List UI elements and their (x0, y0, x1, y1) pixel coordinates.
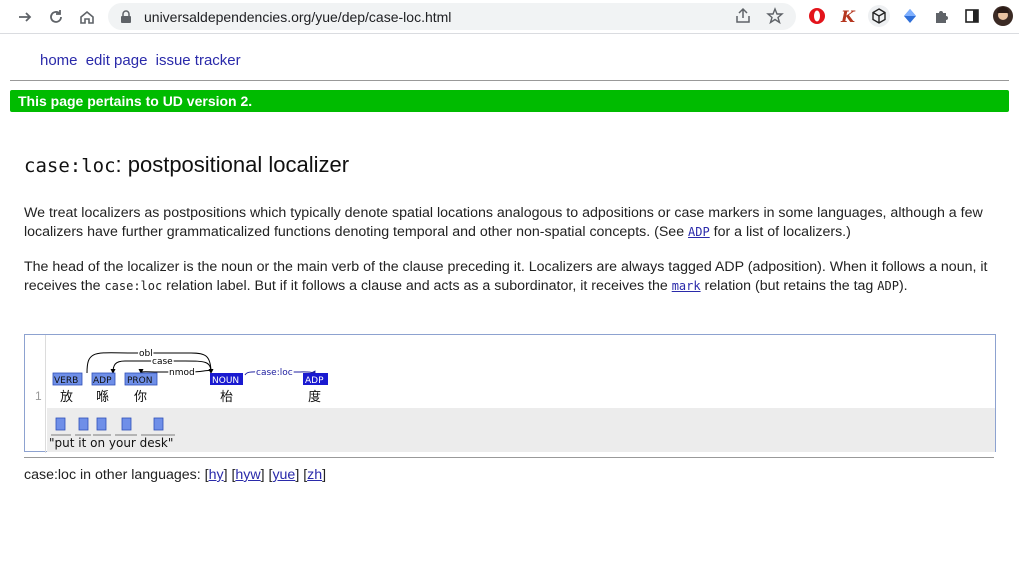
paragraph-text: for a list of localizers.) (709, 224, 851, 240)
paragraph-head: The head of the localizer is the noun or… (24, 258, 999, 296)
token-word: 放 (60, 390, 73, 405)
arc-label: nmod (169, 368, 195, 378)
pos-tag: NOUN (212, 376, 239, 386)
arc-label: case:loc (256, 368, 293, 378)
divider (10, 80, 1009, 81)
mark-link-code: mark (671, 279, 701, 293)
version-banner: This page pertains to UD version 2. (10, 90, 1009, 112)
arc-label: obl (139, 349, 153, 359)
page-title-text: : postpositional localizer (115, 152, 350, 177)
paragraph-text: ). (898, 278, 908, 294)
token-word: 喺 (96, 389, 109, 405)
pos-tag: ADP (93, 376, 112, 386)
k-extension-icon[interactable]: K (837, 5, 859, 27)
page-title: case:loc: postpositional localizer (24, 152, 349, 178)
share-icon[interactable] (734, 7, 752, 30)
bookmark-star-icon[interactable] (766, 7, 784, 30)
token-word: 枱 (220, 390, 233, 405)
token-word: 度 (308, 389, 321, 405)
home-icon[interactable] (76, 6, 98, 28)
diamond-extension-icon[interactable] (899, 5, 921, 27)
page-title-code: case:loc (24, 155, 116, 177)
other-languages: case:loc in other languages: [hy] [hyw] … (24, 467, 327, 483)
inline-code: case:loc (104, 279, 163, 293)
adp-link-code: ADP (688, 225, 710, 239)
profile-avatar[interactable] (992, 5, 1014, 27)
url-text: universaldependencies.org/yue/dep/case-l… (144, 8, 452, 25)
adp-link[interactable]: ADP (688, 224, 710, 240)
browser-toolbar: universaldependencies.org/yue/dep/case-l… (0, 0, 1019, 34)
lang-link-yue[interactable]: yue (272, 467, 295, 483)
lang-link-hy[interactable]: hy (209, 467, 224, 483)
home-link[interactable]: home (40, 52, 78, 69)
inline-code: ADP (877, 279, 899, 293)
lang-link-zh[interactable]: zh (307, 467, 322, 483)
pos-tag: VERB (54, 376, 78, 386)
edit-page-link[interactable]: edit page (86, 52, 148, 69)
dependency-tree: obl case nmod case:loc VERB ADP PRON NOU… (49, 348, 328, 450)
pos-tag: ADP (305, 376, 324, 386)
pos-tag: PRON (127, 376, 153, 386)
lang-link-hyw[interactable]: hyw (235, 467, 260, 483)
lock-icon (120, 9, 134, 24)
divider (24, 457, 994, 458)
mark-link[interactable]: mark (672, 278, 701, 294)
opera-extension-icon[interactable] (806, 5, 828, 27)
arc-label: case (152, 357, 173, 367)
token-word: 你 (134, 390, 147, 405)
dependency-example: 1 obl case nmod case:loc VERB ADP PRON N… (24, 334, 996, 453)
issue-tracker-link[interactable]: issue tracker (156, 52, 241, 69)
forward-icon[interactable] (14, 6, 36, 28)
site-nav: home edit page issue tracker (40, 52, 245, 69)
reload-icon[interactable] (45, 6, 67, 28)
address-bar[interactable]: universaldependencies.org/yue/dep/case-l… (108, 3, 796, 30)
paragraph-localizers: We treat localizers as postpositions whi… (24, 204, 999, 242)
cube-extension-icon[interactable] (868, 5, 890, 27)
puzzle-extensions-icon[interactable] (930, 5, 952, 27)
paragraph-text: relation label. But if it follows a clau… (162, 278, 672, 294)
paragraph-text: relation (but retains the tag (700, 278, 878, 294)
gloss-text: "put it on your desk" (49, 436, 173, 450)
other-languages-label: case:loc in other languages: (24, 467, 205, 483)
side-panel-icon[interactable] (961, 5, 983, 27)
